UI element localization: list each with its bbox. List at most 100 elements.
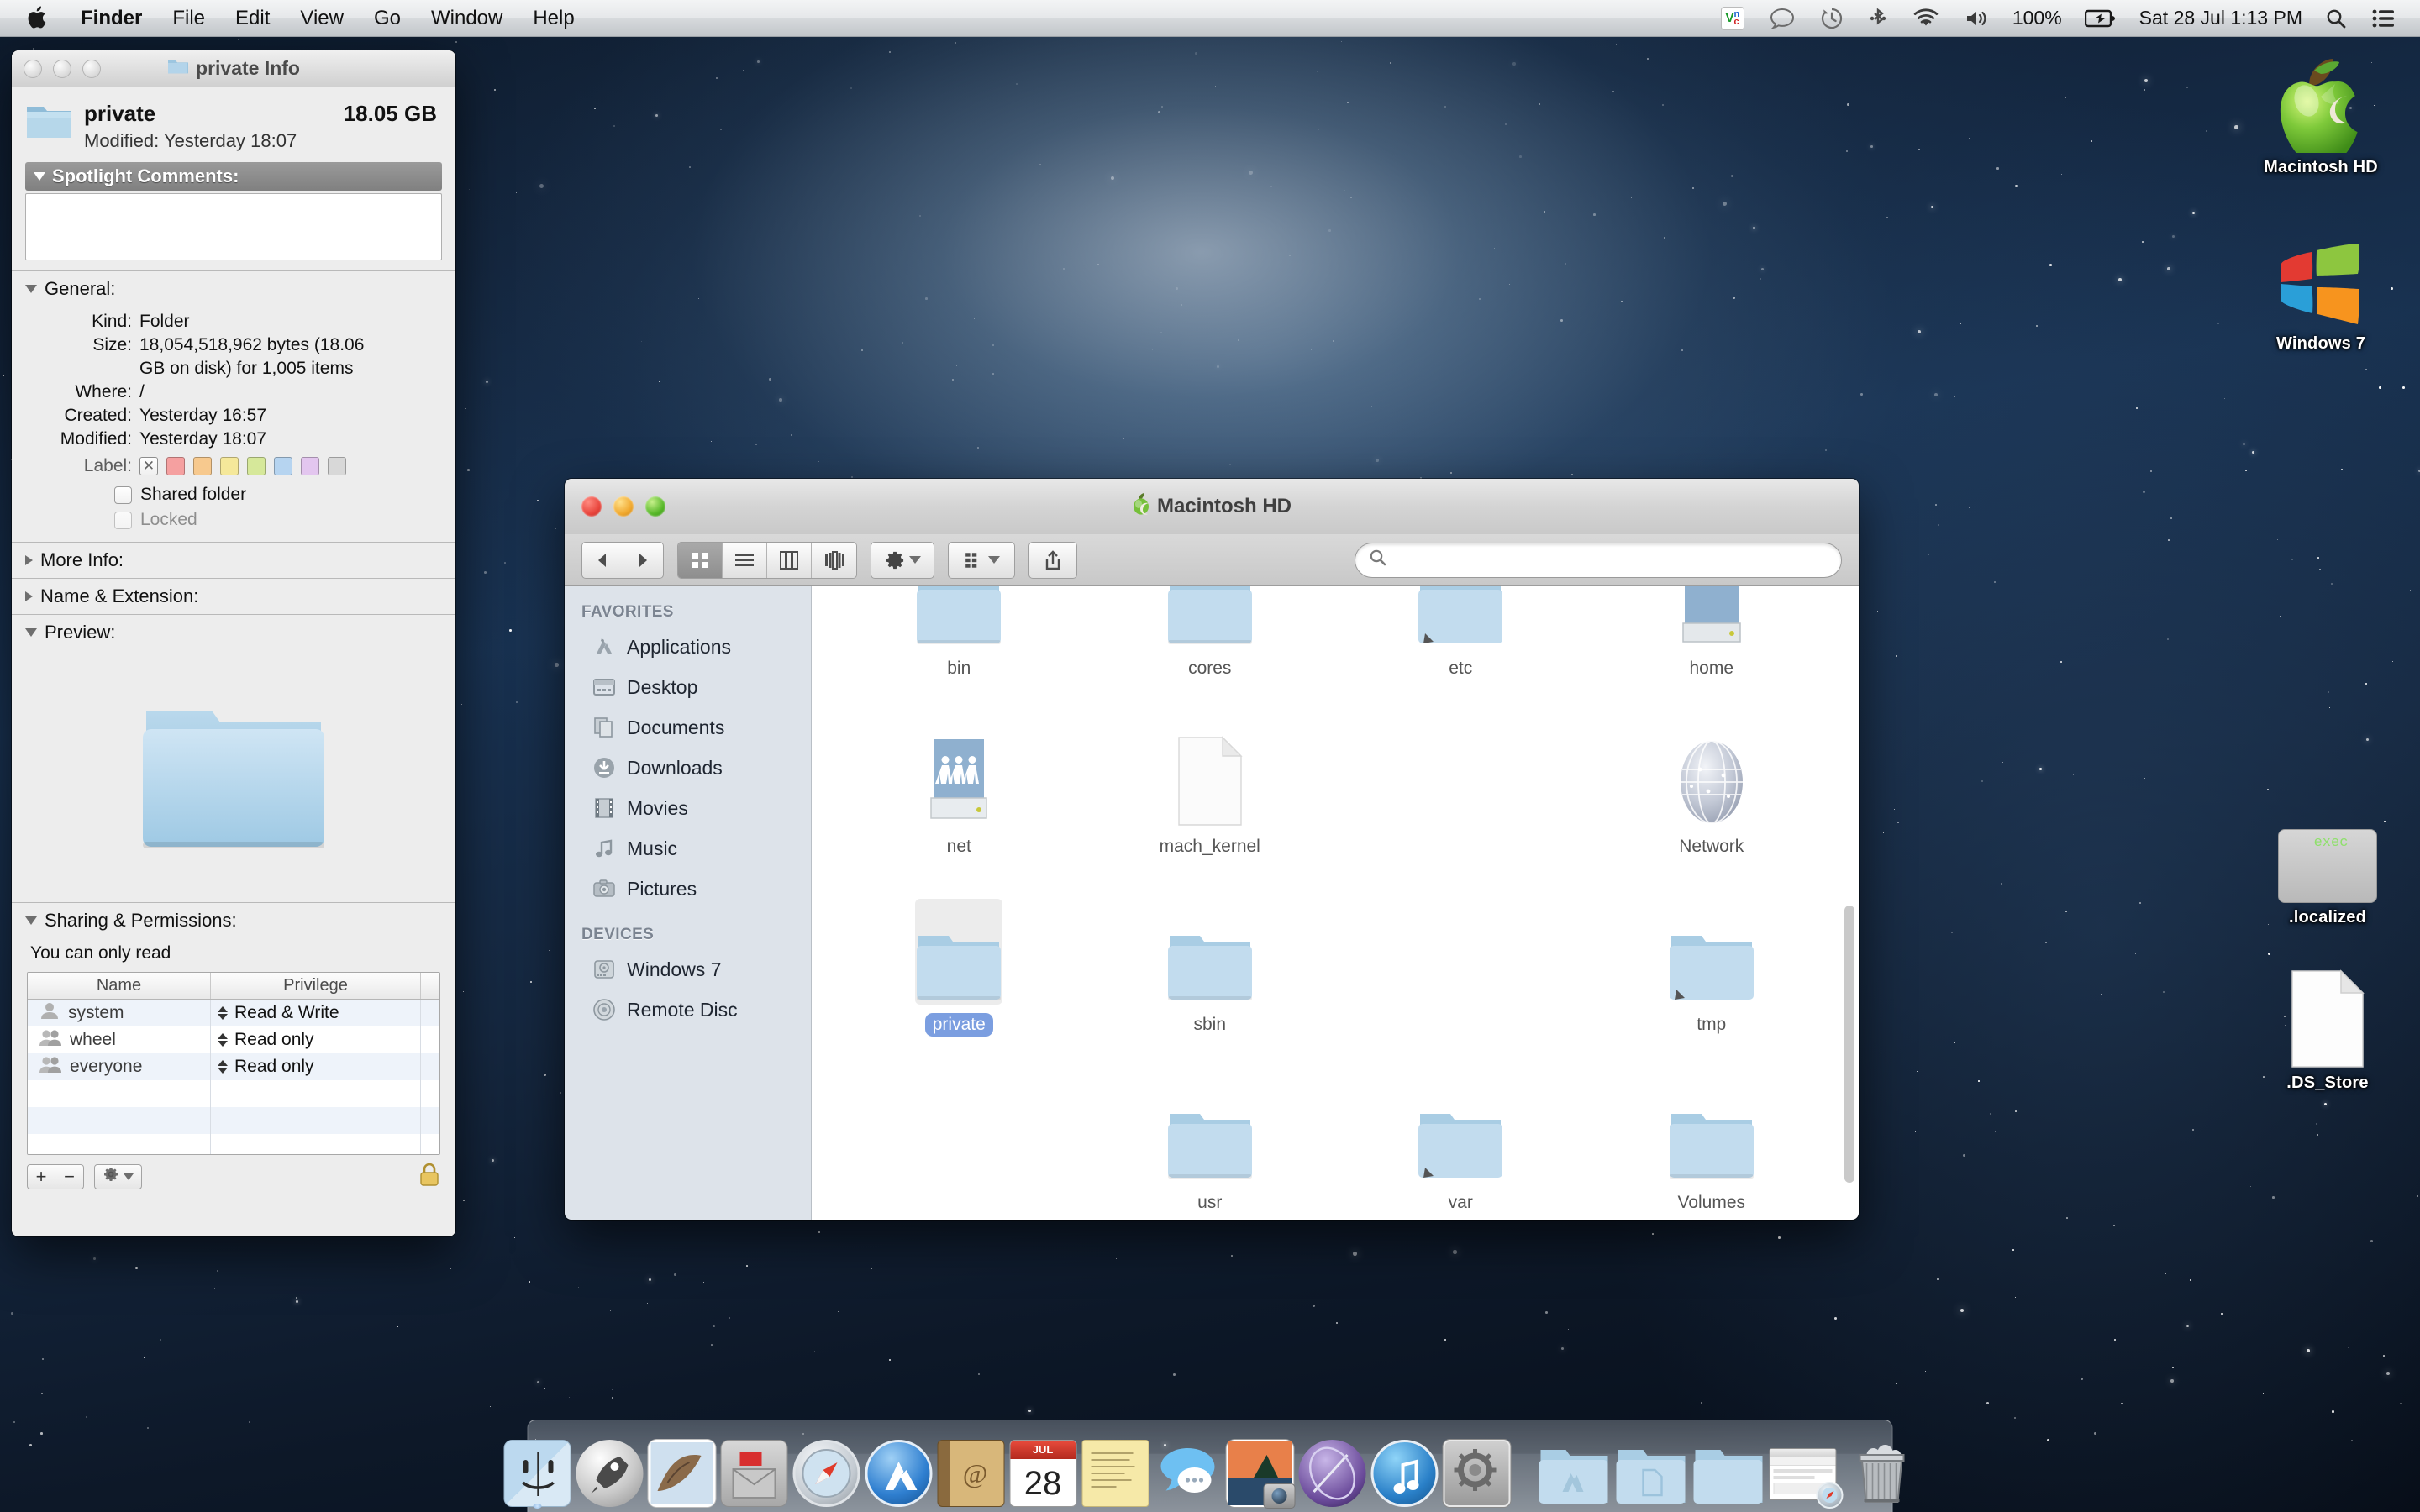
label-swatch-red[interactable] <box>166 457 185 475</box>
preview-section-header[interactable]: Preview: <box>12 615 455 650</box>
label-swatch-blue[interactable] <box>274 457 292 475</box>
sidebar-item-downloads[interactable]: Downloads <box>565 748 811 788</box>
battery-percentage[interactable]: 100% <box>2002 7 2072 29</box>
file-item-tmp[interactable]: tmp <box>1586 894 1838 1037</box>
file-item-var[interactable]: var <box>1335 1072 1586 1215</box>
desktop-icon-ds-store[interactable]: .DS_Store <box>2252 968 2403 1093</box>
file-item-bin[interactable]: bin <box>834 586 1085 680</box>
closed-lock-icon[interactable] <box>418 1162 440 1191</box>
search-icon[interactable] <box>2312 0 2360 37</box>
nav-buttons[interactable] <box>581 541 664 579</box>
label-swatch-gray[interactable] <box>328 457 346 475</box>
forward-button[interactable] <box>622 542 664 578</box>
dock-item-messages[interactable] <box>1154 1430 1221 1507</box>
dock-item-mail[interactable] <box>648 1430 715 1507</box>
general-section-header[interactable]: General: <box>12 271 455 307</box>
sidebar-item-remote-disc[interactable]: Remote Disc <box>565 990 811 1030</box>
battery-charging-icon[interactable] <box>2072 0 2129 37</box>
apple-logo-icon[interactable] <box>15 0 66 37</box>
arrange-menu-button[interactable] <box>948 541 1015 579</box>
menu-item-finder[interactable]: Finder <box>66 0 157 37</box>
remove-user-button[interactable]: − <box>55 1163 84 1189</box>
dock-item-app-store[interactable] <box>865 1430 932 1507</box>
menu-item-view[interactable]: View <box>285 0 359 37</box>
menu-item-file[interactable]: File <box>157 0 220 37</box>
finder-titlebar[interactable]: Macintosh HD <box>565 479 1859 534</box>
spotlight-comments-input[interactable] <box>25 193 442 260</box>
action-menu-button[interactable] <box>871 541 934 579</box>
dock-item-contacts[interactable]: @ <box>937 1430 1004 1507</box>
file-item-private[interactable]: private <box>834 894 1085 1037</box>
vnc-icon[interactable]: Vnc <box>1708 0 1757 37</box>
finder-window[interactable]: Macintosh HD FAVORITES Applications Desk… <box>565 479 1859 1220</box>
view-mode-icon[interactable] <box>678 542 723 578</box>
label-swatch-purple[interactable] <box>301 457 319 475</box>
search-input[interactable] <box>1396 549 1828 570</box>
dock-item-launchpad[interactable] <box>576 1430 643 1507</box>
shared-folder-checkbox[interactable] <box>114 486 132 504</box>
dock-item-mail-downloads[interactable] <box>720 1430 787 1507</box>
private-info-window[interactable]: private Info private 18.05 GB Modified: … <box>12 50 455 1236</box>
dock-item-photo-booth[interactable] <box>1226 1430 1295 1509</box>
name-extension-section-header[interactable]: Name & Extension: <box>12 579 455 614</box>
sharing-permissions-section-header[interactable]: Sharing & Permissions: <box>12 903 455 938</box>
messages-bubble-icon[interactable] <box>1757 0 1807 37</box>
view-mode-coverflow[interactable] <box>812 542 856 578</box>
sidebar-item-documents[interactable]: Documents <box>565 707 811 748</box>
desktop-icon-windows-7[interactable]: Windows 7 <box>2245 228 2396 354</box>
vertical-scrollbar[interactable] <box>1844 906 1854 1183</box>
permissions-action-button[interactable] <box>94 1163 142 1189</box>
dock-stack-downloads[interactable] <box>1691 1430 1764 1507</box>
menu-item-edit[interactable]: Edit <box>220 0 285 37</box>
desktop-icon-localized[interactable]: exec .localized <box>2252 802 2403 927</box>
sidebar-item-windows-7[interactable]: Windows 7 <box>565 949 811 990</box>
column-header-name[interactable]: Name <box>28 973 211 999</box>
label-swatch-orange[interactable] <box>193 457 212 475</box>
wifi-icon[interactable] <box>1900 0 1952 37</box>
privilege-stepper[interactable] <box>218 1060 228 1074</box>
shared-folder-checkbox-row[interactable]: Shared folder <box>12 485 442 505</box>
table-row[interactable]: everyone Read only <box>28 1053 439 1080</box>
desktop-icon-macintosh-hd[interactable]: Macintosh HD <box>2245 52 2396 177</box>
finder-file-grid[interactable]: bin cores etc home net mach_kernel Netwo… <box>812 586 1859 1220</box>
label-swatch-yellow[interactable] <box>220 457 239 475</box>
add-user-button[interactable]: + <box>27 1163 55 1189</box>
dock-item-safari[interactable] <box>792 1430 860 1507</box>
dock-item-finder[interactable] <box>503 1430 571 1509</box>
menu-item-window[interactable]: Window <box>416 0 518 37</box>
dock-minimized-window[interactable] <box>1769 1430 1843 1509</box>
sidebar-item-applications[interactable]: Applications <box>565 627 811 667</box>
privilege-stepper[interactable] <box>218 1006 228 1020</box>
more-info-section-header[interactable]: More Info: <box>12 543 455 578</box>
view-mode-segmented-control[interactable] <box>677 541 857 579</box>
dock-item-itunes[interactable] <box>1370 1430 1438 1507</box>
file-item-network[interactable]: Network <box>1586 716 1838 858</box>
file-item-cores[interactable]: cores <box>1085 586 1336 680</box>
dock-item-system-preferences[interactable] <box>1443 1430 1510 1507</box>
time-machine-icon[interactable] <box>1807 0 1856 37</box>
sidebar-item-pictures[interactable]: Pictures <box>565 869 811 909</box>
view-mode-column[interactable] <box>767 542 812 578</box>
file-item-sbin[interactable]: sbin <box>1085 894 1336 1037</box>
menu-item-help[interactable]: Help <box>518 0 589 37</box>
label-swatch-green[interactable] <box>247 457 266 475</box>
file-item-net[interactable]: net <box>834 716 1085 858</box>
menu-item-go[interactable]: Go <box>359 0 416 37</box>
volume-icon[interactable] <box>1952 0 2002 37</box>
sidebar-item-music[interactable]: Music <box>565 828 811 869</box>
dock-item-calendar[interactable]: JUL 28 <box>1009 1430 1076 1507</box>
back-button[interactable] <box>582 543 623 578</box>
share-button[interactable] <box>1028 541 1077 579</box>
file-item-home[interactable]: home <box>1586 586 1838 680</box>
spotlight-comments-header[interactable]: Spotlight Comments: <box>25 162 442 191</box>
sidebar-item-movies[interactable]: Movies <box>565 788 811 828</box>
info-window-titlebar[interactable]: private Info <box>12 50 455 87</box>
file-item-mach-kernel[interactable]: mach_kernel <box>1085 716 1336 858</box>
dock-item-trash[interactable] <box>1846 1430 1917 1507</box>
dock-stack-applications[interactable] <box>1537 1430 1609 1507</box>
permissions-table[interactable]: Name Privilege system Read & Write wheel… <box>27 972 440 1155</box>
privilege-stepper[interactable] <box>218 1033 228 1047</box>
menu-bar-clock[interactable]: Sat 28 Jul 1:13 PM <box>2129 7 2312 29</box>
table-row[interactable]: system Read & Write <box>28 1000 439 1026</box>
file-item-volumes[interactable]: Volumes <box>1586 1072 1838 1215</box>
